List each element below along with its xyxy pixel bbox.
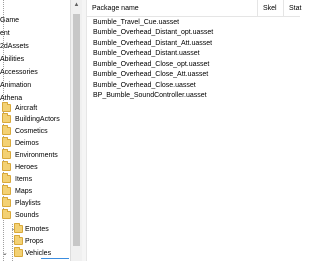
list-item[interactable]: Bumble_Overhead_Distant_opt.uasset: [93, 28, 213, 38]
folder-icon: [14, 223, 23, 233]
folder-icon: [2, 102, 11, 112]
folder-icon: [2, 161, 11, 171]
folder-icon: [2, 125, 11, 135]
folder-tree: Game ent 2dAssets Abilities Accessories …: [0, 0, 70, 261]
scroll-up-icon[interactable]: ▲: [71, 0, 82, 11]
folder-icon: [2, 173, 11, 183]
folder-icon: [14, 235, 23, 245]
list-item[interactable]: Bumble_Overhead_Close.uasset: [93, 81, 196, 91]
folder-icon: [2, 149, 11, 159]
folder-icon: [2, 197, 11, 207]
folder-icon: [2, 113, 11, 123]
tree-item-label: Game: [0, 17, 20, 24]
list-item[interactable]: Bumble_Overhead_Distant.uasset: [93, 49, 200, 59]
selected-item-underline: [41, 258, 69, 259]
folder-icon: [2, 137, 11, 147]
tree-item-label: Abilities: [0, 56, 25, 63]
chevron-down-icon[interactable]: ⌄: [2, 247, 8, 260]
package-list: Package name Skel Stat Bumble_Travel_Cue…: [87, 0, 301, 261]
column-header-skel[interactable]: Skel: [258, 0, 284, 17]
list-item[interactable]: BP_Bumble_SoundController.uasset: [93, 91, 207, 101]
column-header-stat[interactable]: Stat: [284, 0, 320, 17]
tree-item-label: Sounds: [15, 212, 39, 219]
list-item[interactable]: Bumble_Overhead_Close_opt.uasset: [93, 60, 209, 70]
tree-item-label: Accessories: [0, 69, 38, 76]
tree-item-sounds[interactable]: Sounds: [0, 209, 70, 222]
column-header-package-name[interactable]: Package name: [87, 0, 258, 17]
folder-icon: [2, 209, 11, 219]
tree-item-label: Animation: [0, 82, 32, 89]
scrollbar-thumb[interactable]: [73, 14, 80, 246]
tree-item-label: ent: [0, 30, 10, 37]
list-item[interactable]: Bumble_Overhead_Close_Att.uasset: [93, 70, 208, 80]
list-header: Package name Skel Stat: [87, 0, 301, 17]
folder-icon: [14, 247, 23, 257]
tree-item-label: 2dAssets: [0, 43, 29, 50]
tree-scrollbar[interactable]: ▲: [70, 0, 82, 261]
list-item[interactable]: Bumble_Overhead_Distant_Att.uasset: [93, 39, 212, 49]
folder-icon: [2, 185, 11, 195]
list-item[interactable]: Bumble_Travel_Cue.uasset: [93, 18, 179, 28]
